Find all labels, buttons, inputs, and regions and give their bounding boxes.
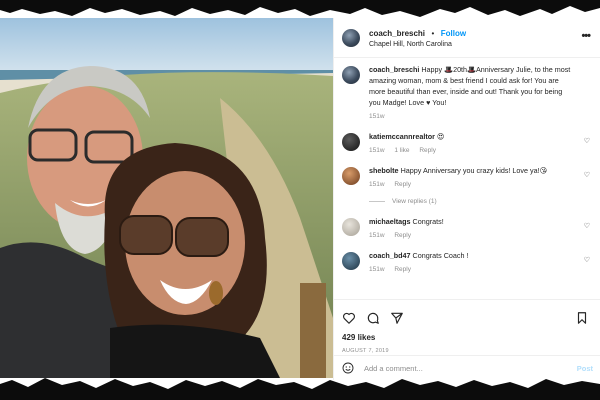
reply-button[interactable]: Reply xyxy=(394,181,411,188)
comment-likes[interactable]: 1 like xyxy=(394,147,409,154)
post-panel: coach_breschi • Follow Chapel Hill, Nort… xyxy=(333,18,600,380)
avatar[interactable] xyxy=(342,66,360,84)
list-item: katiemccannrealtor 😍 151w 1 like Reply ♡ xyxy=(342,131,592,154)
avatar[interactable] xyxy=(342,28,360,47)
heart-icon[interactable]: ♡ xyxy=(584,137,590,145)
reply-button[interactable]: Reply xyxy=(394,232,411,239)
caption-username[interactable]: coach_breschi xyxy=(369,65,419,74)
caption: coach_breschi Happy 🎩20th🎩Anniversary Ju… xyxy=(342,64,592,120)
heart-icon[interactable]: ♡ xyxy=(584,171,590,179)
comment-text: 😍 xyxy=(436,132,445,141)
comment-time[interactable]: 151w xyxy=(369,232,385,239)
list-item: coach_bd47 Congrats Coach ! 151w Reply ♡ xyxy=(342,250,592,273)
comment-username[interactable]: shebolte xyxy=(369,166,399,175)
torn-edge-top xyxy=(0,0,600,17)
comment-username[interactable]: katiemccannrealtor xyxy=(369,132,435,141)
comment-time[interactable]: 151w xyxy=(369,266,385,273)
post-location[interactable]: Chapel Hill, North Carolina xyxy=(369,39,466,50)
bookmark-icon[interactable] xyxy=(575,311,589,325)
avatar[interactable] xyxy=(342,218,360,236)
torn-edge-bottom xyxy=(0,378,600,400)
likes-count[interactable]: 429 likes xyxy=(342,333,593,342)
comment-text: Congrats! xyxy=(412,217,444,226)
post-photo xyxy=(0,18,333,378)
post-actions: 429 likes AUGUST 7, 2019 xyxy=(334,299,600,354)
post-date: AUGUST 7, 2019 xyxy=(342,348,389,354)
comment-icon[interactable] xyxy=(366,311,380,325)
list-item: shebolte Happy Anniversary you crazy kid… xyxy=(342,165,592,205)
more-icon[interactable]: ••• xyxy=(581,30,591,42)
comments-list: coach_breschi Happy 🎩20th🎩Anniversary Ju… xyxy=(334,58,600,284)
comment-username[interactable]: coach_bd47 xyxy=(369,251,411,260)
comment-username[interactable]: michaeltags xyxy=(369,217,411,226)
avatar[interactable] xyxy=(342,167,360,185)
list-item: michaeltags Congrats! 151w Reply ♡ xyxy=(342,216,592,239)
follow-button[interactable]: Follow xyxy=(441,29,466,38)
avatar[interactable] xyxy=(342,133,360,151)
post-header: coach_breschi • Follow Chapel Hill, Nort… xyxy=(334,18,600,58)
comment-text: Happy Anniversary you crazy kids! Love y… xyxy=(400,166,548,175)
caption-time[interactable]: 151w xyxy=(369,113,385,120)
reply-button[interactable]: Reply xyxy=(419,147,436,154)
avatar[interactable] xyxy=(342,252,360,270)
comment-time[interactable]: 151w xyxy=(369,181,385,188)
view-replies-button[interactable]: View replies (1) xyxy=(369,198,574,205)
share-icon[interactable] xyxy=(390,311,404,325)
comment-time[interactable]: 151w xyxy=(369,147,385,154)
heart-icon[interactable] xyxy=(342,311,356,325)
heart-icon[interactable]: ♡ xyxy=(584,256,590,264)
comment-text: Congrats Coach ! xyxy=(412,251,469,260)
post-username[interactable]: coach_breschi xyxy=(369,29,425,38)
reply-button[interactable]: Reply xyxy=(394,266,411,273)
heart-icon[interactable]: ♡ xyxy=(584,222,590,230)
